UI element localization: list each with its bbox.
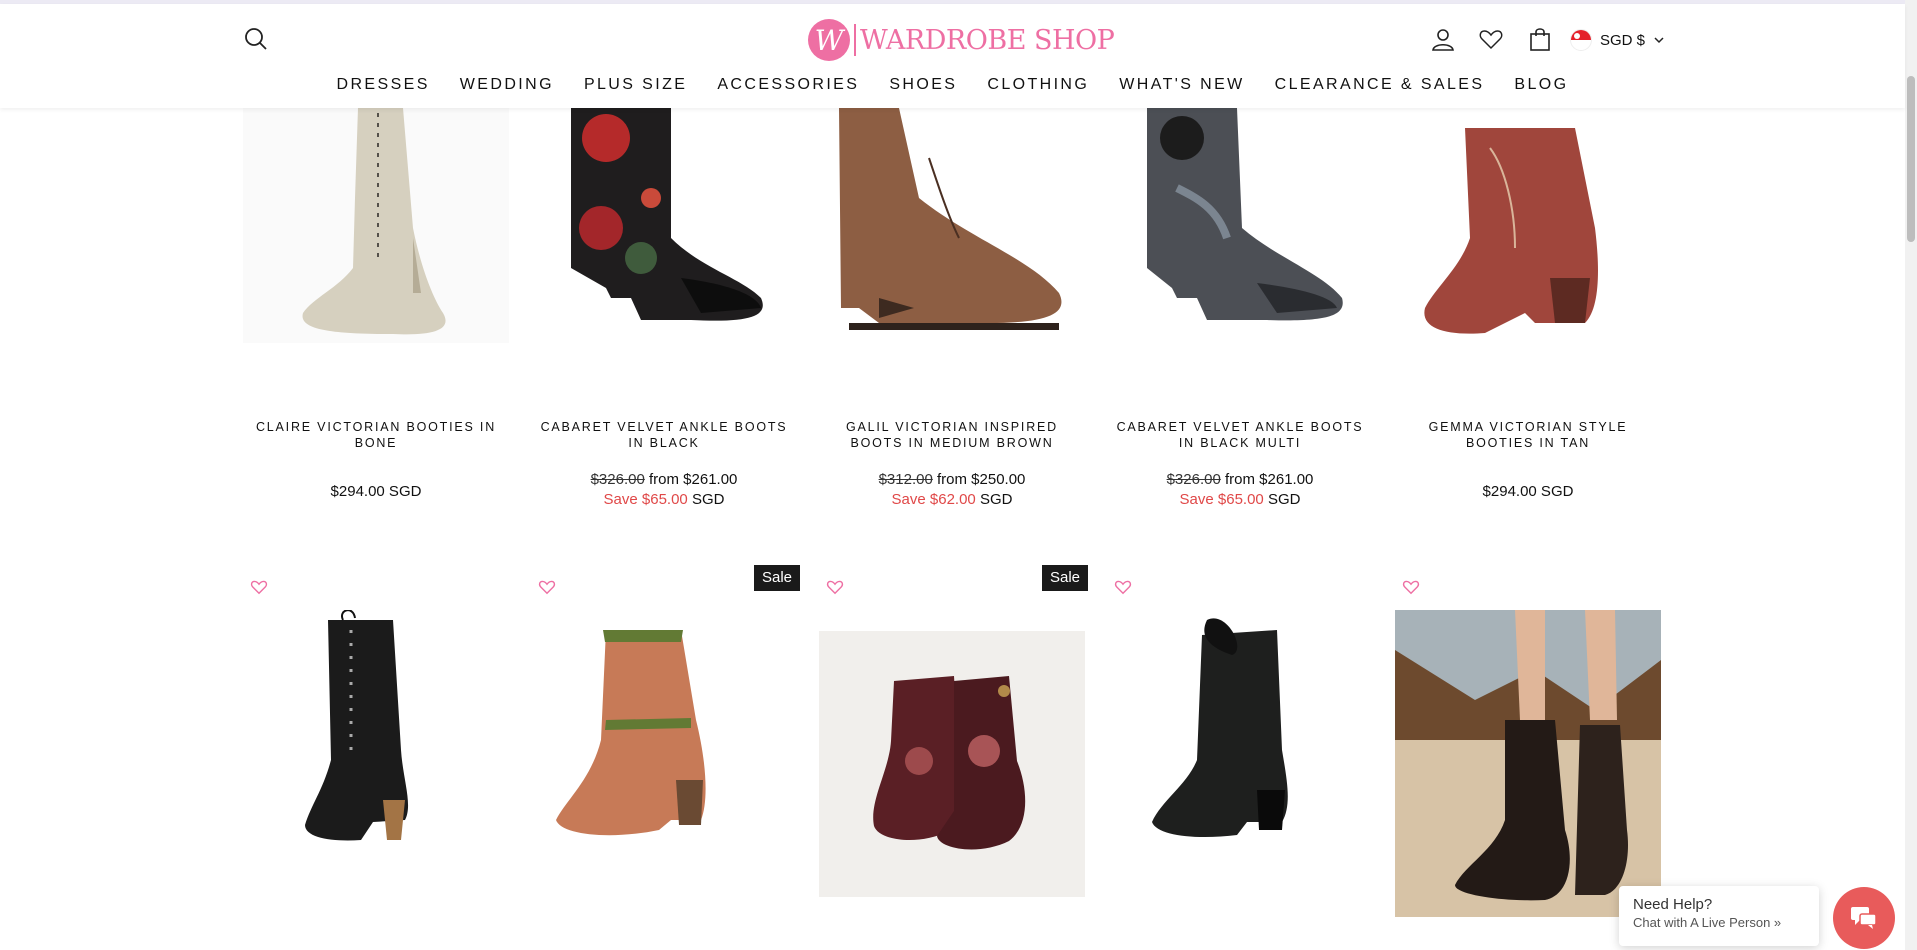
product-name[interactable]: CABARET VELVET ANKLE BOOTS IN BLACK — [531, 419, 797, 451]
nav-clearance-sales[interactable]: CLEARANCE & SALES — [1260, 76, 1500, 94]
page-scrollbar[interactable] — [1905, 0, 1917, 950]
savings-amount: Save $65.00 — [1179, 491, 1264, 508]
currency-selector[interactable]: SGD $ — [1570, 26, 1665, 54]
product-name[interactable]: GEMMA VICTORIAN STYLE BOOTIES IN TAN — [1395, 419, 1661, 451]
nav-wedding[interactable]: WEDDING — [445, 76, 569, 94]
product-name[interactable]: CABARET VELVET ANKLE BOOTS IN BLACK MULT… — [1107, 419, 1373, 451]
boot-image — [1107, 108, 1373, 343]
scrollbar-thumb[interactable] — [1907, 76, 1915, 242]
chat-title: Need Help? — [1633, 896, 1713, 913]
product-price: $294.00 SGD — [330, 483, 422, 500]
heart-icon — [250, 580, 268, 595]
nav-blog[interactable]: BLOG — [1499, 76, 1583, 94]
boot-image — [819, 108, 1085, 343]
original-price: $312.00 — [878, 471, 933, 488]
product-image[interactable] — [819, 108, 1085, 343]
wishlist-button[interactable] — [1114, 578, 1134, 598]
currency-code: SGD — [691, 491, 725, 508]
product-price: $294.00 SGD — [1482, 483, 1574, 500]
account-button[interactable] — [1430, 26, 1458, 54]
nav-dresses[interactable]: DRESSES — [322, 76, 445, 94]
boot-image — [531, 610, 797, 850]
account-icon — [1432, 29, 1454, 51]
site-header: W WARDROBE SHOP SGD $ DRESSES WEDDING PL… — [0, 4, 1905, 108]
boot-image — [819, 631, 1085, 897]
product-image[interactable] — [531, 108, 797, 343]
heart-icon — [538, 580, 556, 595]
currency-label: SGD $ — [1600, 31, 1646, 49]
product-image[interactable] — [1107, 610, 1373, 850]
boot-image — [1107, 610, 1373, 850]
chevron-down-icon — [1654, 37, 1664, 44]
sale-badge: Sale — [754, 565, 801, 591]
original-price: $326.00 — [590, 471, 645, 488]
singapore-flag-icon — [1570, 29, 1592, 51]
savings-amount: Save $62.00 — [891, 491, 976, 508]
heart-icon — [1114, 580, 1132, 595]
site-logo[interactable]: W WARDROBE SHOP — [808, 18, 1115, 62]
heart-icon — [1402, 580, 1420, 595]
nav-clothing[interactable]: CLOTHING — [972, 76, 1104, 94]
nav-shoes[interactable]: SHOES — [874, 76, 972, 94]
wishlist-button[interactable] — [1402, 578, 1422, 598]
logo-text: WARDROBE SHOP — [860, 24, 1115, 56]
nav-whats-new[interactable]: WHAT'S NEW — [1104, 76, 1259, 94]
chat-subtitle: Chat with A Live Person » — [1633, 915, 1782, 930]
nav-accessories[interactable]: ACCESSORIES — [702, 76, 874, 94]
product-image[interactable] — [243, 108, 509, 343]
search-button[interactable] — [243, 26, 271, 54]
product-price: $312.00 from $250.00 Save $62.00 SGD — [819, 470, 1085, 510]
product-image[interactable] — [1107, 108, 1373, 343]
logo-mark: W — [808, 19, 850, 61]
currency-code: SGD — [979, 491, 1013, 508]
chat-icon — [1851, 907, 1877, 929]
sale-price: from $261.00 — [649, 471, 738, 488]
product-name[interactable]: GALIL VICTORIAN INSPIRED BOOTS IN MEDIUM… — [819, 419, 1085, 451]
search-icon — [245, 28, 267, 50]
wishlist-button[interactable] — [826, 578, 846, 598]
wishlist-button[interactable] — [1478, 26, 1506, 54]
boot-image — [1395, 610, 1661, 917]
nav-plus-size[interactable]: PLUS SIZE — [569, 76, 702, 94]
wishlist-button[interactable] — [538, 578, 558, 598]
boot-image — [243, 610, 509, 850]
boot-image — [1395, 108, 1661, 343]
chat-button[interactable] — [1833, 887, 1895, 949]
boot-image — [531, 108, 797, 343]
cart-button[interactable] — [1527, 26, 1555, 54]
wishlist-button[interactable] — [250, 578, 270, 598]
product-image[interactable] — [1395, 108, 1661, 343]
sale-price: from $250.00 — [937, 471, 1026, 488]
sale-price: from $261.00 — [1225, 471, 1314, 488]
original-price: $326.00 — [1166, 471, 1221, 488]
product-image[interactable] — [819, 631, 1085, 897]
logo-divider — [854, 24, 856, 56]
heart-icon — [1479, 30, 1503, 50]
bag-icon — [1530, 28, 1550, 51]
product-price: $326.00 from $261.00 Save $65.00 SGD — [531, 470, 797, 510]
product-image[interactable] — [1395, 610, 1661, 917]
heart-icon — [826, 580, 844, 595]
savings-amount: Save $65.00 — [603, 491, 688, 508]
sale-badge: Sale — [1042, 565, 1089, 591]
product-image[interactable] — [531, 610, 797, 850]
product-name[interactable]: CLAIRE VICTORIAN BOOTIES IN BONE — [243, 419, 509, 451]
chat-popup[interactable]: Need Help? Chat with A Live Person » — [1619, 886, 1819, 946]
product-image[interactable] — [243, 610, 509, 850]
currency-code: SGD — [1267, 491, 1301, 508]
boot-image — [243, 108, 509, 343]
main-nav: DRESSES WEDDING PLUS SIZE ACCESSORIES SH… — [0, 76, 1905, 94]
product-price: $326.00 from $261.00 Save $65.00 SGD — [1107, 470, 1373, 510]
